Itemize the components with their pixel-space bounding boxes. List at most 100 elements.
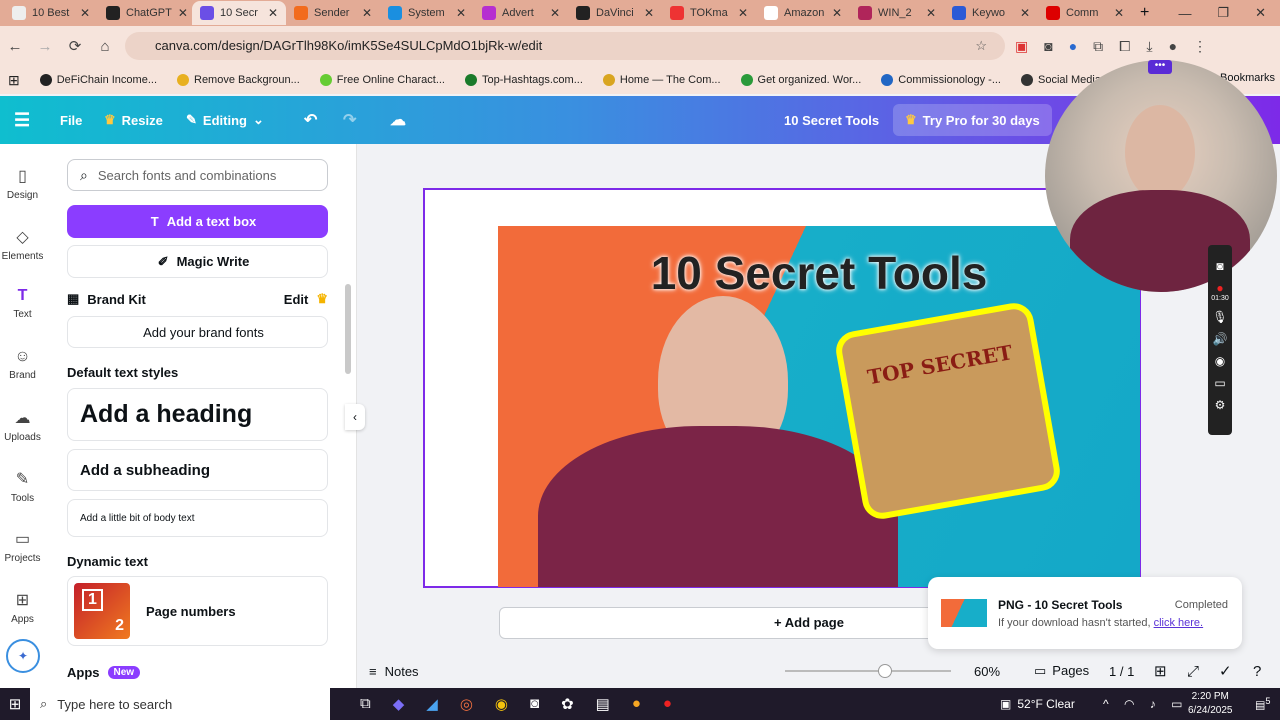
browser-tab[interactable]: Comm ✕ [1038, 1, 1132, 25]
redo-button[interactable]: ↷ [343, 110, 356, 130]
close-tab-icon[interactable]: ✕ [456, 6, 466, 20]
bookmark-item[interactable]: Get organized. Wor... [740, 74, 861, 86]
star-icon[interactable]: ☆ [975, 32, 987, 60]
task-view-icon[interactable]: ⧉ [360, 695, 371, 713]
extension-icon[interactable]: ▣ [1015, 38, 1028, 55]
app-icon[interactable]: ▤ [596, 695, 610, 713]
clock[interactable]: 2:20 PM 6/24/2025 [1188, 690, 1233, 718]
file-menu[interactable]: File [60, 113, 82, 128]
page-counter[interactable]: 1 / 1 [1109, 664, 1134, 679]
maximize-button[interactable]: ❐ [1217, 5, 1229, 21]
add-text-box-button[interactable]: T Add a text box [67, 205, 328, 238]
speaker-icon[interactable]: 🔊 [1213, 332, 1228, 346]
close-tab-icon[interactable]: ✕ [80, 6, 90, 20]
forward-button[interactable]: → [30, 38, 60, 55]
bookmark-item[interactable]: Top-Hashtags.com... [465, 74, 583, 86]
tab-search-icon[interactable]: ⧠ [1119, 38, 1130, 55]
zoom-level[interactable]: 60% [974, 664, 1000, 679]
screen-icon[interactable]: ▭ [1214, 376, 1225, 390]
microphone-icon[interactable]: 🎙 [1212, 310, 1227, 324]
menu-icon[interactable]: ⋮ [1193, 38, 1207, 55]
browser-tab[interactable]: System ✕ [380, 1, 474, 25]
design-title[interactable]: 10 Secret Tools [784, 113, 879, 128]
rail-item-apps[interactable]: ⊞ Apps [0, 590, 45, 625]
grid-view-icon[interactable]: ⊞ [1154, 662, 1167, 680]
close-tab-icon[interactable]: ✕ [832, 6, 842, 20]
browser-tab[interactable]: 10 Best ✕ [4, 1, 98, 25]
recorder-app-icon[interactable]: ● [663, 695, 672, 713]
add-brand-fonts-button[interactable]: Add your brand fonts [67, 316, 328, 348]
editing-mode-button[interactable]: ✎ Editing ⌄ [186, 112, 264, 128]
copilot-icon[interactable]: ◆ [393, 695, 405, 713]
panel-scrollbar[interactable] [345, 284, 351, 374]
windows-start-icon[interactable]: ⊞ [0, 695, 30, 713]
pages-button[interactable]: ▭ Pages [1034, 663, 1089, 679]
extension-icon[interactable]: ◙ [1044, 38, 1052, 55]
minimize-button[interactable]: — [1178, 6, 1191, 21]
add-body-text-button[interactable]: Add a little bit of body text [67, 499, 328, 537]
new-tab-button[interactable]: + [1140, 4, 1149, 22]
chrome-icon[interactable]: ◉ [495, 695, 508, 713]
close-tab-icon[interactable]: ✕ [362, 6, 372, 20]
notification-icon[interactable]: ▤5 [1255, 696, 1271, 712]
close-window-button[interactable]: ✕ [1255, 5, 1266, 21]
app-icon[interactable]: ◢ [426, 695, 438, 713]
close-tab-icon[interactable]: ✕ [1020, 6, 1030, 20]
close-tab-icon[interactable]: ✕ [268, 6, 278, 20]
bookmark-item[interactable]: Home — The Com... [602, 74, 721, 86]
add-subheading-button[interactable]: Add a subheading [67, 449, 328, 491]
check-icon[interactable]: ✓ [1219, 662, 1232, 680]
browser-tab[interactable]: Amazon ✕ [756, 1, 850, 25]
zoom-slider[interactable] [785, 664, 951, 678]
taskbar-search[interactable]: ⌕ Type here to search [30, 688, 330, 720]
settings-gear-icon[interactable]: ⚙ [1215, 398, 1226, 412]
system-tray[interactable]: ^ ◠ ♪ ▭ [1103, 697, 1188, 711]
resize-button[interactable]: ♛ Resize [104, 112, 163, 128]
download-icon[interactable]: ⤓ [1146, 38, 1152, 55]
close-tab-icon[interactable]: ✕ [178, 6, 188, 20]
webcam-icon[interactable]: ◉ [1215, 354, 1225, 368]
browser-tab[interactable]: Advert ✕ [474, 1, 568, 25]
page-numbers-button[interactable]: 12 Page numbers [67, 576, 328, 646]
browser-tab[interactable]: WIN_2 ✕ [850, 1, 944, 25]
camera-app-icon[interactable]: ◙ [530, 695, 539, 713]
rail-item-brand[interactable]: ☺ Brand [0, 348, 45, 381]
camera-icon[interactable]: ◙ [1216, 259, 1223, 273]
weather-widget[interactable]: ▣ 52°F Clear [1000, 697, 1075, 711]
browser-tab[interactable]: Sender ✕ [286, 1, 380, 25]
app-icon[interactable]: ◎ [460, 695, 473, 713]
zoom-slider-handle[interactable] [877, 664, 892, 678]
browser-tab[interactable]: DaVinci ✕ [568, 1, 662, 25]
close-tab-icon[interactable]: ✕ [1114, 6, 1124, 20]
add-heading-button[interactable]: Add a heading [67, 388, 328, 441]
close-tab-icon[interactable]: ✕ [926, 6, 936, 20]
home-button[interactable]: ⌂ [90, 38, 120, 55]
more-options-button[interactable]: ••• [1148, 60, 1172, 74]
rail-item-uploads[interactable]: ☁ Uploads [0, 408, 45, 443]
undo-button[interactable]: ↶ [304, 110, 317, 130]
magic-write-button[interactable]: ✐ Magic Write [67, 245, 328, 278]
bookmark-item[interactable]: DeFiChain Income... [39, 74, 157, 86]
thumbnail-image[interactable]: 10 Secret Tools TOP SECRET [498, 226, 1140, 587]
rail-item-elements[interactable]: ◇ Elements [0, 227, 45, 262]
try-pro-button[interactable]: ♛ Try Pro for 30 days [893, 104, 1052, 136]
rail-item-text[interactable]: T Text [0, 287, 45, 320]
apps-grid-icon[interactable]: ⊞ [8, 72, 20, 89]
menu-icon[interactable]: ☰ [14, 110, 30, 131]
design-title-text[interactable]: 10 Secret Tools [498, 246, 1140, 300]
app-icon[interactable]: ● [632, 695, 641, 713]
browser-tab[interactable]: Keywo ✕ [944, 1, 1038, 25]
bookmark-item[interactable]: Remove Backgroun... [177, 74, 300, 86]
close-tab-icon[interactable]: ✕ [550, 6, 560, 20]
record-icon[interactable]: ● [1216, 281, 1223, 295]
app-icon[interactable]: ✿ [561, 695, 574, 713]
rail-item-design[interactable]: ▯ Design [0, 166, 45, 201]
brand-kit-edit-button[interactable]: Edit [284, 292, 309, 307]
notes-button[interactable]: ≡ Notes [369, 664, 419, 679]
close-tab-icon[interactable]: ✕ [644, 6, 654, 20]
bookmark-item[interactable]: Free Online Charact... [319, 74, 445, 86]
magic-assistant-button[interactable]: ✦ [6, 639, 40, 673]
browser-tab[interactable]: ChatGPT ✕ [98, 1, 192, 25]
close-tab-icon[interactable]: ✕ [738, 6, 748, 20]
back-button[interactable]: ← [0, 38, 30, 55]
